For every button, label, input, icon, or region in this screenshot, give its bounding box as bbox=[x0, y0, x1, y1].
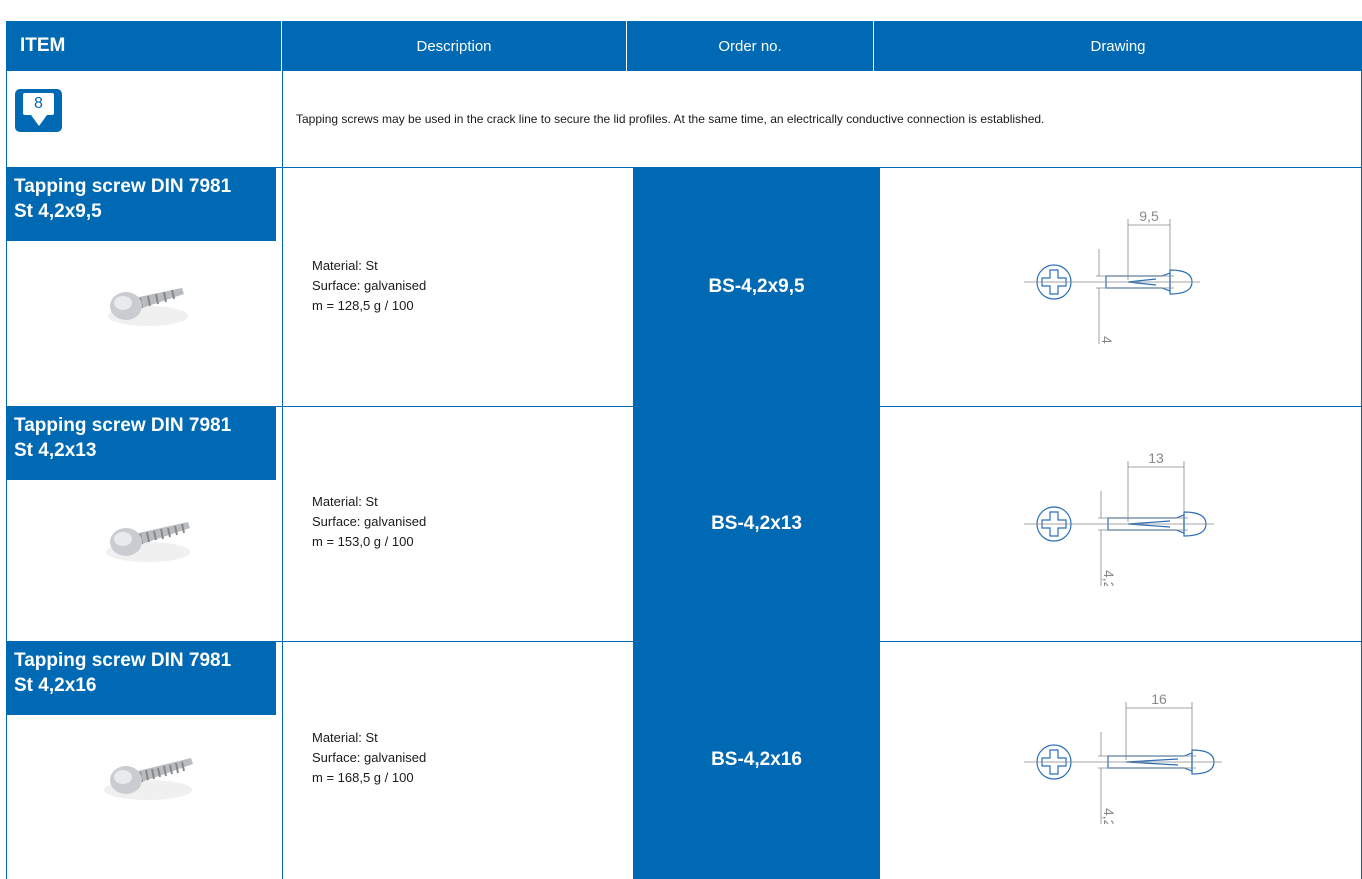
technical-drawing: 16 4,2 bbox=[1024, 691, 1222, 824]
product-title-line1: Tapping screw DIN 7981 bbox=[14, 415, 232, 436]
surface-text: Surface: galvanised bbox=[312, 750, 427, 765]
step-number: 8 bbox=[23, 93, 54, 115]
header-description: Description bbox=[282, 21, 627, 71]
order-number: BS-4,2x9,5 bbox=[633, 167, 880, 406]
product-title-line1: Tapping screw DIN 7981 bbox=[14, 176, 232, 197]
grid-line bbox=[282, 71, 283, 879]
dimension-diameter: 4,2 bbox=[1099, 336, 1115, 344]
product-title: Tapping screw DIN 7981 St 4,2x13 bbox=[6, 406, 276, 480]
technical-drawing: 13 4,2 bbox=[1024, 450, 1214, 586]
dimension-diameter: 4,2 bbox=[1101, 570, 1117, 586]
technical-drawing: 9,5 4,2 bbox=[1024, 208, 1200, 344]
dimension-diameter: 4,2 bbox=[1101, 808, 1117, 824]
screw-photo bbox=[106, 522, 190, 562]
surface-text: Surface: galvanised bbox=[312, 278, 427, 293]
arrow-down-icon bbox=[31, 115, 47, 126]
header-drawing: Drawing bbox=[874, 21, 1362, 71]
product-table: ITEM Description Order no. Drawing 8 Tap… bbox=[6, 6, 1362, 879]
dimension-length: 16 bbox=[1151, 691, 1167, 707]
material-text: Material: St bbox=[312, 730, 378, 745]
product-title-line2: St 4,2x13 bbox=[14, 440, 97, 461]
product-title-line2: St 4,2x16 bbox=[14, 675, 97, 696]
product-title-line1: Tapping screw DIN 7981 bbox=[14, 650, 232, 671]
mass-text: m = 168,5 g / 100 bbox=[312, 770, 414, 785]
order-number: BS-4,2x13 bbox=[633, 406, 880, 641]
dimension-length: 9,5 bbox=[1139, 208, 1159, 224]
product-title-line2: St 4,2x9,5 bbox=[14, 201, 102, 222]
screw-photo bbox=[108, 288, 188, 326]
product-title: Tapping screw DIN 7981 St 4,2x9,5 bbox=[6, 167, 276, 241]
assembly-step-icon: 8 bbox=[15, 89, 62, 132]
product-title: Tapping screw DIN 7981 St 4,2x16 bbox=[6, 641, 276, 715]
product-description: Material: St Surface: galvanised m = 153… bbox=[312, 492, 426, 552]
header-item: ITEM bbox=[6, 21, 282, 71]
material-text: Material: St bbox=[312, 494, 378, 509]
product-description: Material: St Surface: galvanised m = 128… bbox=[312, 256, 426, 316]
screw-photo bbox=[104, 758, 193, 800]
material-text: Material: St bbox=[312, 258, 378, 273]
intro-text: Tapping screws may be used in the crack … bbox=[296, 112, 1045, 126]
mass-text: m = 153,0 g / 100 bbox=[312, 534, 414, 549]
header-order-no: Order no. bbox=[627, 21, 874, 71]
mass-text: m = 128,5 g / 100 bbox=[312, 298, 414, 313]
dimension-length: 13 bbox=[1148, 450, 1164, 466]
order-number: BS-4,2x16 bbox=[633, 641, 880, 879]
surface-text: Surface: galvanised bbox=[312, 514, 427, 529]
product-description: Material: St Surface: galvanised m = 168… bbox=[312, 728, 426, 788]
